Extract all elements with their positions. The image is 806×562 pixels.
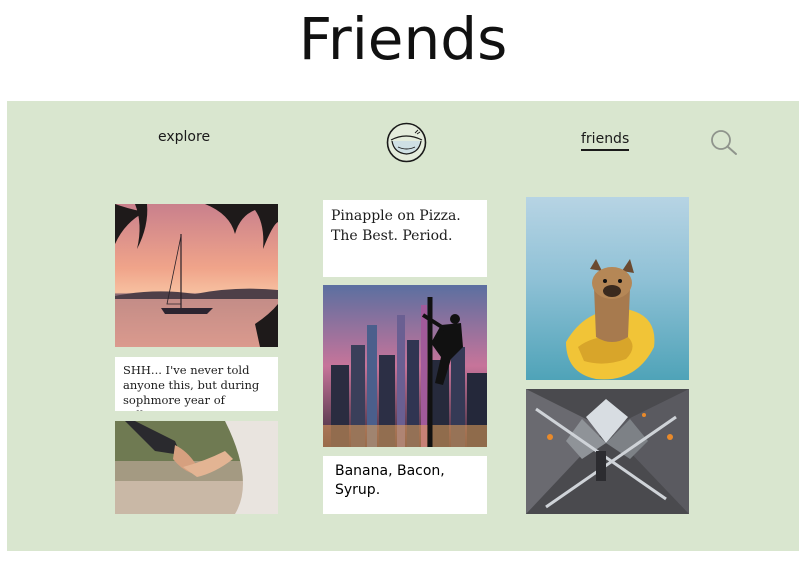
secret-post-text: SHH... I've never told anyone this, but … xyxy=(123,363,260,411)
feed-panel: explore friends SHH... I've never told a… xyxy=(7,101,799,551)
escalator-photo[interactable] xyxy=(526,389,689,514)
page: Friends explore friends SHH... I've neve… xyxy=(0,0,806,562)
nav-explore-link[interactable]: explore xyxy=(158,129,210,145)
holding-hands-photo[interactable] xyxy=(115,421,278,514)
pineapple-post-card[interactable]: Pinapple on Pizza. The Best. Period. xyxy=(323,200,487,277)
dog-kayak-photo[interactable] xyxy=(526,197,689,380)
pineapple-post-text: Pinapple on Pizza. The Best. Period. xyxy=(331,208,461,244)
city-climber-photo[interactable] xyxy=(323,285,487,447)
breakfast-post-text: Banana, Bacon, Syrup. xyxy=(335,463,445,498)
sailboat-photo[interactable] xyxy=(115,204,278,347)
secret-post-card[interactable]: SHH... I've never told anyone this, but … xyxy=(115,357,278,411)
breakfast-post-card[interactable]: Banana, Bacon, Syrup. xyxy=(323,456,487,514)
nav-friends-link[interactable]: friends xyxy=(581,131,630,151)
search-icon[interactable] xyxy=(709,129,739,157)
bowl-logo-icon[interactable] xyxy=(386,122,427,163)
page-title: Friends xyxy=(298,5,508,73)
